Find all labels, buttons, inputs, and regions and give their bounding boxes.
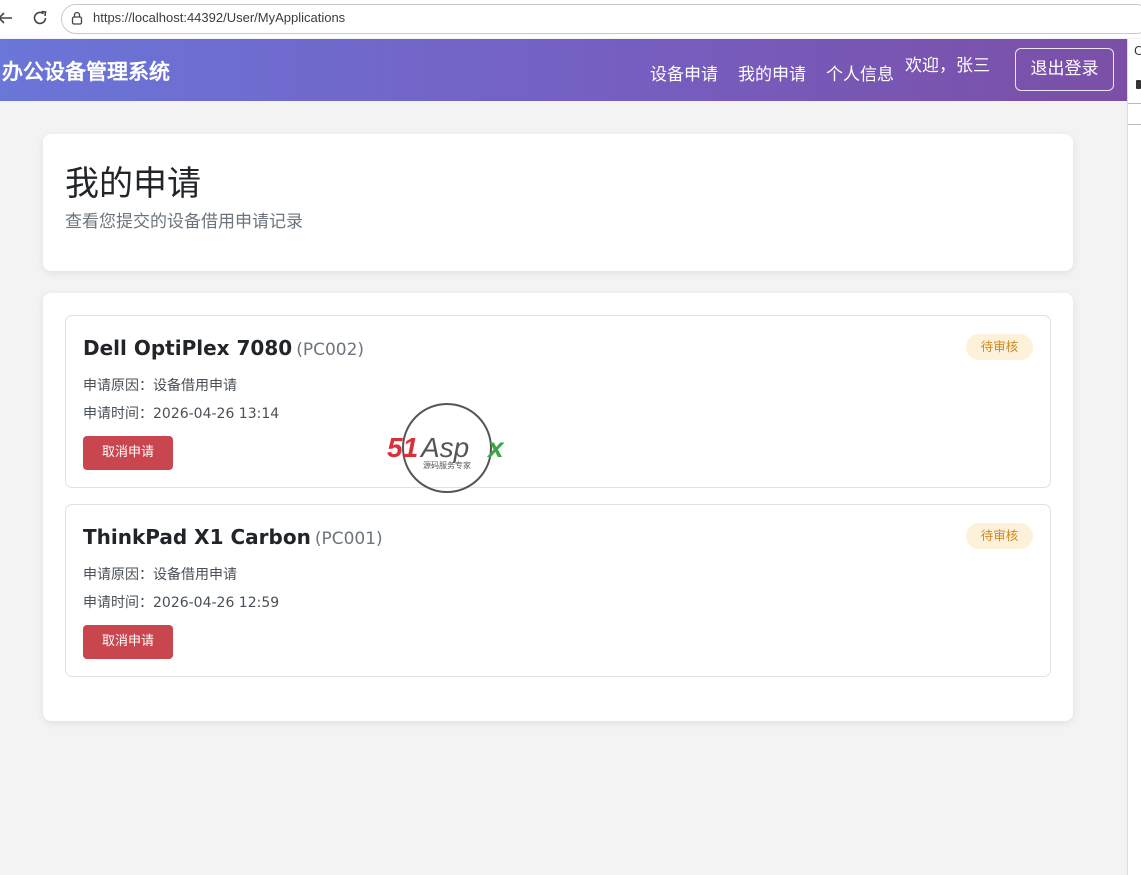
cancel-application-button[interactable]: 取消申请 xyxy=(83,436,173,470)
svg-text:源码服务专家: 源码服务专家 xyxy=(423,460,471,470)
svg-text:51: 51 xyxy=(387,432,418,463)
device-name: ThinkPad X1 Carbon xyxy=(83,525,311,549)
status-badge: 待审核 xyxy=(966,523,1033,549)
reload-icon[interactable] xyxy=(31,9,49,27)
svg-text:Asp: Asp xyxy=(419,432,469,463)
back-arrow-icon[interactable] xyxy=(0,9,14,27)
applications-list-card: Dell OptiPlex 7080 (PC002) 待审核 申请原因：设备借用申… xyxy=(43,293,1073,721)
lock-icon[interactable] xyxy=(70,11,84,25)
time-label: 申请时间： xyxy=(83,406,153,422)
time-value: 2026-04-26 12:59 xyxy=(153,595,280,611)
svg-text:x: x xyxy=(486,432,505,463)
reason-value: 设备借用申请 xyxy=(153,567,237,583)
page-subtitle: 查看您提交的设备借用申请记录 xyxy=(65,212,303,232)
status-badge: 待审核 xyxy=(966,334,1033,360)
time-line: 申请时间：2026-04-26 13:14 xyxy=(83,403,279,423)
watermark-logo: 51 Asp x 源码服务专家 xyxy=(387,403,505,493)
edge-mark xyxy=(1136,80,1141,89)
url-text[interactable]: https://localhost:44392/User/MyApplicati… xyxy=(93,10,345,25)
reason-value: 设备借用申请 xyxy=(153,378,237,394)
reason-line: 申请原因：设备借用申请 xyxy=(83,375,237,395)
time-value: 2026-04-26 13:14 xyxy=(153,406,280,422)
edge-glyph: C xyxy=(1134,44,1141,58)
nav-device-apply[interactable]: 设备申请 xyxy=(650,60,718,85)
application-item: Dell OptiPlex 7080 (PC002) 待审核 申请原因：设备借用申… xyxy=(65,315,1051,488)
device-code: (PC002) xyxy=(296,340,365,360)
time-label: 申请时间： xyxy=(83,595,153,611)
device-code: (PC001) xyxy=(314,529,383,549)
reason-label: 申请原因： xyxy=(83,567,153,583)
reason-label: 申请原因： xyxy=(83,378,153,394)
page-title: 我的申请 xyxy=(65,164,201,204)
edge-divider xyxy=(1128,103,1141,104)
page-header-card: 我的申请 查看您提交的设备借用申请记录 xyxy=(43,134,1073,271)
device-title: Dell OptiPlex 7080 (PC002) xyxy=(83,336,364,360)
application-item: ThinkPad X1 Carbon (PC001) 待审核 申请原因：设备借用申… xyxy=(65,504,1051,677)
edge-divider xyxy=(1128,124,1141,125)
logout-button[interactable]: 退出登录 xyxy=(1015,48,1114,91)
nav-my-applications[interactable]: 我的申请 xyxy=(738,60,806,85)
brand-title[interactable]: 办公设备管理系统 xyxy=(2,56,170,86)
cancel-application-button[interactable]: 取消申请 xyxy=(83,625,173,659)
device-title: ThinkPad X1 Carbon (PC001) xyxy=(83,525,383,549)
nav-profile[interactable]: 个人信息 xyxy=(826,60,894,85)
browser-toolbar: https://localhost:44392/User/MyApplicati… xyxy=(0,0,1141,38)
welcome-text: 欢迎，张三 xyxy=(905,56,990,76)
time-line: 申请时间：2026-04-26 12:59 xyxy=(83,592,279,612)
scrollbar-strip xyxy=(1127,39,1141,875)
app-navbar: 办公设备管理系统 设备申请 我的申请 个人信息 欢迎，张三 退出登录 xyxy=(0,39,1127,101)
device-name: Dell OptiPlex 7080 xyxy=(83,336,293,360)
reason-line: 申请原因：设备借用申请 xyxy=(83,564,237,584)
